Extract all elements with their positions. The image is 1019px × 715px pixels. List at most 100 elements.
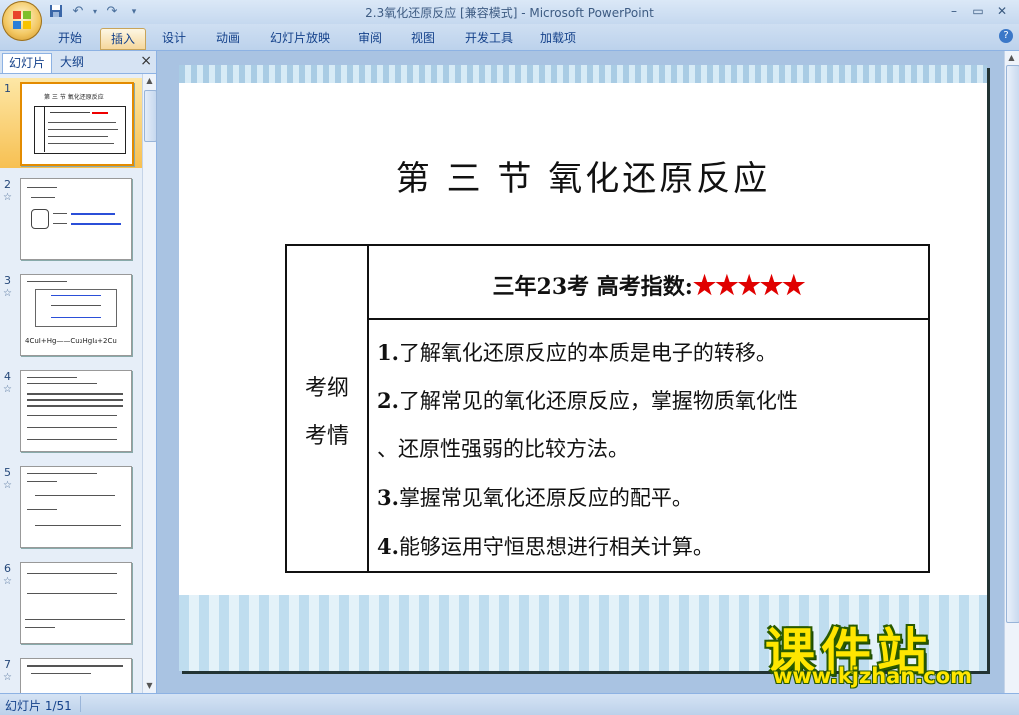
- restore-button[interactable]: ▭: [967, 2, 989, 20]
- thumbnail-preview: [20, 466, 132, 548]
- tab-slideshow[interactable]: 幻灯片放映: [262, 28, 338, 48]
- tab-insert[interactable]: 插入: [100, 28, 146, 50]
- thumbnail-number: 4: [4, 370, 11, 383]
- thumbnail-list: 1 第 三 节 氧化还原反应 2 ☆ 3 ☆ 4CuI+Hg——Cu₂HgI₄+…: [0, 74, 142, 693]
- thumbnail-line: [50, 112, 90, 113]
- thumbnail-stars: [92, 112, 108, 114]
- animation-star-icon: ☆: [3, 384, 12, 395]
- thumbnail-line: [31, 673, 91, 674]
- slide-thumbnail-4[interactable]: 4 ☆: [0, 366, 142, 456]
- editor-scrollbar[interactable]: ▲: [1004, 51, 1019, 693]
- scroll-up-icon[interactable]: ▲: [144, 75, 155, 87]
- slide-top-border: [179, 65, 987, 83]
- office-button[interactable]: [2, 1, 42, 41]
- label-line-2: 考情: [304, 424, 349, 449]
- slide-thumbnail-6[interactable]: 6 ☆: [0, 558, 142, 648]
- thumbnail-line: [53, 223, 67, 224]
- animation-star-icon: ☆: [3, 672, 12, 683]
- tab-home[interactable]: 开始: [48, 28, 92, 48]
- slide-thumbnail-5[interactable]: 5 ☆: [0, 462, 142, 552]
- tab-developer[interactable]: 开发工具: [458, 28, 520, 48]
- tab-addins[interactable]: 加载项: [532, 28, 584, 48]
- tab-review[interactable]: 审阅: [348, 28, 392, 48]
- animation-star-icon: ☆: [3, 480, 12, 491]
- tab-design[interactable]: 设计: [152, 28, 196, 48]
- tab-view[interactable]: 视图: [401, 28, 445, 48]
- syllabus-item-4: 4.能够运用守恒思想进行相关计算。: [377, 531, 714, 561]
- thumbnail-preview: [20, 178, 132, 260]
- window-title: 2.3氧化还原反应 [兼容模式] - Microsoft PowerPoint: [365, 6, 654, 20]
- thumbnail-preview: [20, 562, 132, 644]
- title-bar: ↶ ▾ ↷ ▾ 2.3氧化还原反应 [兼容模式] - Microsoft Pow…: [0, 0, 1019, 24]
- thumbnail-shape: [31, 209, 49, 229]
- thumbnail-number: 5: [4, 466, 11, 479]
- thumbnail-title: 第 三 节 氧化还原反应: [44, 94, 104, 101]
- tab-outline[interactable]: 大纲: [54, 53, 90, 72]
- syllabus-item-3: 3.掌握常见氧化还原反应的配平。: [377, 482, 693, 512]
- label-line-1: 考纲: [304, 376, 349, 401]
- syllabus-item-2: 2.了解常见的氧化还原反应，掌握物质氧化性: [377, 385, 798, 415]
- thumbnail-line: [27, 187, 57, 188]
- minimize-button[interactable]: –: [943, 2, 965, 20]
- scroll-up-icon[interactable]: ▲: [1006, 52, 1017, 64]
- thumbnail-line: [27, 405, 123, 407]
- scrollbar-thumb[interactable]: [1006, 65, 1019, 623]
- close-button[interactable]: ✕: [991, 2, 1013, 20]
- thumbnail-number: 1: [4, 82, 11, 95]
- thumbnail-preview: 第 三 节 氧化还原反应: [20, 82, 134, 166]
- slide-editor: 第 三 节 氧化还原反应 考纲 考情 三年23考 高考指数:★★★★★ 1.了解…: [157, 51, 1019, 693]
- thumbnail-line: [27, 427, 117, 428]
- thumbnail-equation: 4CuI+Hg——Cu₂HgI₄+2Cu: [25, 337, 117, 345]
- animation-star-icon: ☆: [3, 288, 12, 299]
- slide-thumbnail-3[interactable]: 3 ☆ 4CuI+Hg——Cu₂HgI₄+2Cu: [0, 270, 142, 360]
- item-number: 2.: [377, 388, 399, 413]
- thumbnail-table: [34, 106, 126, 154]
- slide-thumbnail-1[interactable]: 1 第 三 节 氧化还原反应: [0, 78, 142, 168]
- item-text: 、还原性强弱的比较方法。: [377, 437, 629, 461]
- status-separator: [80, 696, 81, 712]
- watermark-logo: 课件站 www.kjzhan.com: [765, 612, 1005, 692]
- scroll-down-icon[interactable]: ▼: [144, 680, 155, 692]
- thumbnail-line: [27, 281, 67, 282]
- thumbnail-line: [35, 525, 121, 526]
- slide-thumbnail-7[interactable]: 7 ☆: [0, 654, 142, 693]
- thumbnail-line: [27, 393, 123, 395]
- item-text: 了解氧化还原反应的本质是电子的转移。: [398, 341, 777, 365]
- exam-index-text: 三年23考 高考指数:: [492, 274, 693, 300]
- tab-slides[interactable]: 幻灯片: [2, 53, 53, 73]
- slide-thumbnail-2[interactable]: 2 ☆: [0, 174, 142, 264]
- slides-panel: 幻灯片 大纲 × 1 第 三 节 氧化还原反应 2 ☆ 3 ☆ 4CuI+Hg—…: [0, 51, 157, 693]
- item-number: 3.: [377, 485, 399, 510]
- thumbnail-line: [31, 197, 55, 198]
- animation-star-icon: ☆: [3, 192, 12, 203]
- tab-animation[interactable]: 动画: [206, 28, 250, 48]
- office-logo-icon: [13, 11, 31, 29]
- thumbnail-line: [27, 383, 97, 384]
- thumbnail-scrollbar[interactable]: ▲ ▼: [142, 74, 157, 693]
- slide-title[interactable]: 第 三 节 氧化还原反应: [179, 151, 987, 200]
- thumbnail-preview: [20, 658, 132, 693]
- close-panel-icon[interactable]: ×: [140, 53, 152, 69]
- thumbnail-line: [48, 136, 108, 137]
- thumbnail-preview: [20, 370, 132, 452]
- thumbnail-preview: 4CuI+Hg——Cu₂HgI₄+2Cu: [20, 274, 132, 356]
- scrollbar-thumb[interactable]: [144, 90, 157, 142]
- thumbnail-line: [27, 415, 117, 416]
- slide-canvas[interactable]: 第 三 节 氧化还原反应 考纲 考情 三年23考 高考指数:★★★★★ 1.了解…: [179, 65, 987, 671]
- status-bar: 幻灯片 1/51: [0, 693, 1019, 715]
- thumbnail-line: [27, 439, 117, 440]
- thumbnail-line: [27, 665, 123, 667]
- syllabus-table[interactable]: 考纲 考情 三年23考 高考指数:★★★★★ 1.了解氧化还原反应的本质是电子的…: [285, 244, 930, 573]
- thumbnail-number: 7: [4, 658, 11, 671]
- thumbnail-line: [51, 305, 101, 306]
- rating-stars: ★★★★★: [692, 271, 806, 301]
- thumbnail-line: [27, 573, 117, 574]
- slide-counter: 幻灯片 1/51: [5, 699, 72, 713]
- animation-star-icon: ☆: [3, 576, 12, 587]
- window-controls: – ▭ ✕: [943, 2, 1013, 20]
- thumbnail-line: [51, 317, 101, 318]
- thumbnail-line: [48, 143, 114, 144]
- thumbnail-line: [48, 122, 116, 123]
- help-icon[interactable]: ?: [999, 29, 1013, 43]
- watermark-url: www.kjzhan.com: [773, 664, 973, 688]
